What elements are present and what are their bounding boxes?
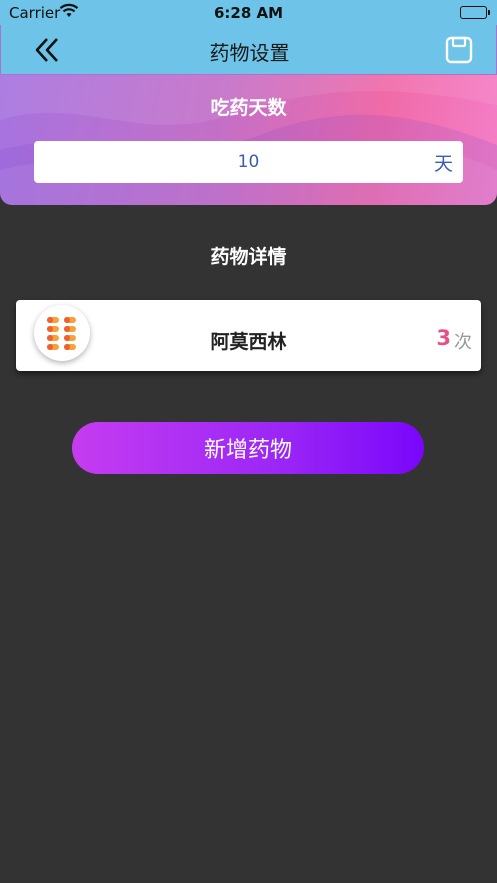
days-label: 吃药天数 [210, 97, 287, 119]
days-field: 天 [34, 141, 463, 183]
navigation-bar: 药物设置 [0, 25, 497, 75]
days-input[interactable] [34, 141, 463, 183]
days-panel: 吃药天数 天 [0, 75, 497, 205]
floppy-save-icon[interactable] [445, 36, 473, 64]
dose-count: 3 [436, 326, 451, 350]
status-time: 6:28 AM [213, 4, 284, 22]
medication-name: 阿莫西林 [210, 331, 287, 353]
add-medication-button[interactable]: 新增药物 [72, 422, 424, 474]
page-title: 药物设置 [209, 41, 290, 65]
status-bar: Carrier 6:28 AM [0, 0, 497, 25]
battery-icon [460, 6, 490, 19]
days-unit: 天 [433, 153, 453, 175]
dose-count-unit: 次 [454, 332, 472, 353]
medication-card[interactable]: 阿莫西林 3 次 [16, 300, 481, 371]
section-title: 药物详情 [210, 246, 287, 268]
